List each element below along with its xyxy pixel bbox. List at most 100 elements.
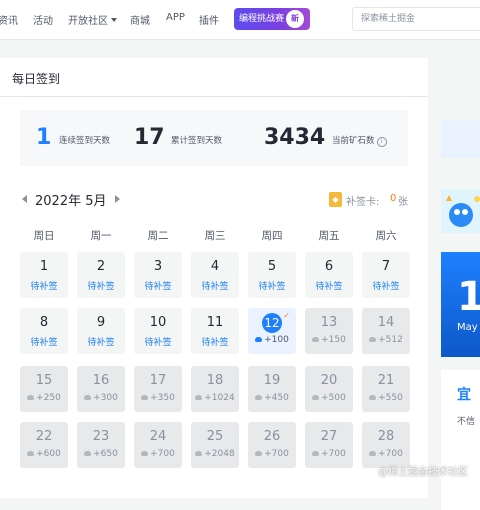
calendar-day-cell[interactable]: 24 +700 <box>134 422 182 468</box>
reward-text: 待补签 <box>258 282 286 292</box>
calendar-day-cell[interactable]: 19 +450 <box>248 366 296 412</box>
day-number: 12 <box>262 313 282 333</box>
calendar-day-cell[interactable]: 1 待补签 <box>20 252 68 298</box>
month-label: 2022年 5月 <box>35 194 107 209</box>
makeup-card-count: 0 <box>390 193 397 204</box>
calendar-day-cell[interactable]: 4 待补签 <box>191 252 239 298</box>
ore-icon <box>369 337 377 342</box>
calendar-day-cell[interactable]: 5 待补签 <box>248 252 296 298</box>
day-number: 5 <box>267 259 277 274</box>
makeup-status: 待补签 <box>362 279 410 292</box>
prev-month-icon[interactable] <box>22 195 27 203</box>
makeup-status: 待补签 <box>77 279 125 292</box>
reward-text: +500 <box>321 393 346 403</box>
calendar-day-cell[interactable]: 9 待补签 <box>77 308 125 354</box>
ore-reward: +700 <box>134 449 182 459</box>
coding-challenge-banner[interactable]: 编程挑战赛 新 <box>234 8 310 30</box>
weekday-label: 周一 <box>90 230 112 242</box>
reward-text: 待补签 <box>87 338 115 348</box>
calendar-day-cell[interactable]: 10 待补签 <box>134 308 182 354</box>
search-input[interactable]: 探索稀土掘金 <box>352 7 480 31</box>
reward-text: +2048 <box>204 449 235 459</box>
makeup-status: 待补签 <box>20 335 68 348</box>
reward-text: +150 <box>321 335 346 345</box>
nav-app[interactable]: APP <box>166 12 185 23</box>
nav-open-community[interactable]: 开放社区 <box>68 12 117 27</box>
reward-text: +512 <box>378 335 403 345</box>
reward-text: 待补签 <box>315 282 343 292</box>
calendar-day-cell[interactable]: 16 +300 <box>77 366 125 412</box>
day-number: 7 <box>381 259 391 274</box>
reward-text: +350 <box>150 393 175 403</box>
info-icon[interactable]: i <box>376 137 387 147</box>
nav-plugins[interactable]: 插件 <box>199 12 219 27</box>
ore-reward: +600 <box>20 449 68 459</box>
ore-icon <box>312 395 320 400</box>
calendar-day-cell[interactable]: 7 待补签 <box>362 252 410 298</box>
ore-reward: +450 <box>248 393 296 403</box>
ore-icon <box>255 451 263 456</box>
nav-news[interactable]: 资讯 <box>0 12 18 27</box>
calendar-day-cell[interactable]: 12 +100 ✓ <box>248 308 296 354</box>
calendar-day-cell[interactable]: 17 +350 <box>134 366 182 412</box>
nav-shop[interactable]: 商城 <box>130 12 150 27</box>
reward-text: +600 <box>36 449 61 459</box>
ore-icon <box>27 451 35 456</box>
ore-reward: +350 <box>134 393 182 403</box>
calendar-day-cell[interactable]: 28 +700 <box>362 422 410 468</box>
reward-text: +700 <box>321 449 346 459</box>
calendar-day-cell[interactable]: 18 +1024 <box>191 366 239 412</box>
calendar-day-cell[interactable]: 8 待补签 <box>20 308 68 354</box>
calendar-day-cell[interactable]: 27 +700 <box>305 422 353 468</box>
top-nav: 资讯 活动 开放社区 商城 APP 插件 编程挑战赛 新 探索稀土掘金 <box>0 0 480 40</box>
calendar-day-cell[interactable]: 21 +550 <box>362 366 410 412</box>
calendar-day-cell[interactable]: 25 +2048 <box>191 422 239 468</box>
day-number: 18 <box>206 373 224 388</box>
nav-events[interactable]: 活动 <box>33 12 53 27</box>
day-number: 28 <box>377 429 395 444</box>
day-number: 23 <box>92 429 110 444</box>
calendar-day-cell[interactable]: 11 待补签 <box>191 308 239 354</box>
day-number: 13 <box>320 315 338 330</box>
consecutive-days-value: 1 <box>36 125 52 150</box>
calendar-day-cell[interactable]: 26 +700 <box>248 422 296 468</box>
ore-reward: +150 <box>305 335 353 345</box>
sidebar-month: May <box>457 322 478 333</box>
calendar-day-cell[interactable]: 15 +250 <box>20 366 68 412</box>
ore-reward: +700 <box>362 449 410 459</box>
calendar-day-cell[interactable]: 3 待补签 <box>134 252 182 298</box>
weekday-label: 周日 <box>33 230 55 242</box>
day-number: 6 <box>324 259 334 274</box>
day-number: 8 <box>39 315 49 330</box>
reward-text: 待补签 <box>30 338 58 348</box>
ore-icon <box>312 337 320 342</box>
calendar-day-cell[interactable]: 2 待补签 <box>77 252 125 298</box>
day-number: 17 <box>149 373 167 388</box>
next-month-icon[interactable] <box>115 195 120 203</box>
reward-text: 待补签 <box>30 282 58 292</box>
sidebar-card-top[interactable] <box>441 120 480 158</box>
makeup-card-label: 补签卡: <box>346 197 380 208</box>
ore-icon <box>369 451 377 456</box>
calendar-day-cell[interactable]: 22 +600 <box>20 422 68 468</box>
ore-reward: +500 <box>305 393 353 403</box>
calendar-day-cell[interactable]: 13 +150 <box>305 308 353 354</box>
ore-icon <box>141 395 149 400</box>
makeup-status: 待补签 <box>20 279 68 292</box>
month-switcher: 2022年 5月 ◆ 补签卡: 0 张 <box>20 190 410 210</box>
ore-icon <box>255 395 263 400</box>
calendar-day-cell[interactable]: 23 +650 <box>77 422 125 468</box>
day-number: 15 <box>35 373 53 388</box>
reward-text: +300 <box>93 393 118 403</box>
calendar-day-cell[interactable]: 20 +500 <box>305 366 353 412</box>
ore-reward: +550 <box>362 393 410 403</box>
reward-text: 待补签 <box>201 338 229 348</box>
ore-count-value: 3434 <box>264 125 326 150</box>
calendar-day-cell[interactable]: 6 待补签 <box>305 252 353 298</box>
calendar-day-cell[interactable]: 14 +512 <box>362 308 410 354</box>
day-number: 9 <box>96 315 106 330</box>
day-number: 3 <box>153 259 163 274</box>
sidebar-mascot-card[interactable] <box>441 189 480 233</box>
ore-reward: +700 <box>305 449 353 459</box>
day-number: 21 <box>377 373 395 388</box>
